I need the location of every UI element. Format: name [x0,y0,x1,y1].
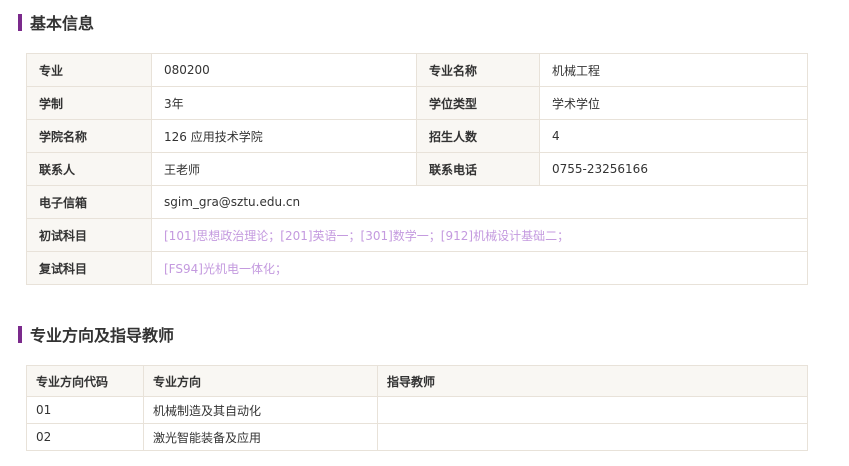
degree-type-value: 学术学位 [539,86,808,120]
accent-bar [18,325,22,343]
enrollment-label: 招生人数 [416,119,540,153]
major-name-label: 专业名称 [416,53,540,87]
direction-advisor [377,396,808,424]
basic-info-heading: 基本信息 [18,10,94,34]
retest-subjects-label: 复试科目 [26,251,152,285]
enrollment-value: 4 [539,119,808,153]
major-label: 专业 [26,53,152,87]
prelim-subjects-label: 初试科目 [26,218,152,252]
table-row: 专业 080200 专业名称 机械工程 [26,53,808,87]
table-row: 初试科目 [101]思想政治理论；[201]英语一；[301]数学一；[912]… [26,218,808,252]
direction-code: 02 [26,423,144,451]
direction-advisor [377,423,808,451]
college-label: 学院名称 [26,119,152,153]
retest-subjects-link[interactable]: [FS94]光机电一体化； [151,251,808,285]
prelim-subjects-link[interactable]: [101]思想政治理论；[201]英语一；[301]数学一；[912]机械设计基… [151,218,808,252]
header-direction-code: 专业方向代码 [26,365,144,397]
major-code-value: 080200 [151,53,417,87]
basic-info-title: 基本信息 [30,14,95,33]
table-row: 01 机械制造及其自动化 [26,396,808,424]
table-row: 电子信箱 sgim_gra@sztu.edu.cn [26,185,808,219]
basic-info-table: 专业 080200 专业名称 机械工程 学制 3年 学位类型 学术学位 学院名称… [26,53,808,285]
table-row: 复试科目 [FS94]光机电一体化； [26,251,808,285]
major-name-value: 机械工程 [539,53,808,87]
table-row: 学制 3年 学位类型 学术学位 [26,86,808,120]
duration-label: 学制 [26,86,152,120]
header-advisor: 指导教师 [377,365,808,397]
header-direction-name: 专业方向 [143,365,378,397]
contact-label: 联系人 [26,152,152,186]
directions-table: 专业方向代码 专业方向 指导教师 01 机械制造及其自动化 02 激光智能装备及… [26,365,808,451]
degree-type-label: 学位类型 [416,86,540,120]
phone-value: 0755-23256166 [539,152,808,186]
email-label: 电子信箱 [26,185,152,219]
directions-title: 专业方向及指导教师 [30,326,175,345]
table-row: 联系人 王老师 联系电话 0755-23256166 [26,152,808,186]
college-value: 126 应用技术学院 [151,119,417,153]
directions-heading: 专业方向及指导教师 [18,322,174,346]
table-row: 02 激光智能装备及应用 [26,423,808,451]
direction-name: 机械制造及其自动化 [143,396,378,424]
duration-value: 3年 [151,86,417,120]
table-header-row: 专业方向代码 专业方向 指导教师 [26,365,808,397]
table-row: 学院名称 126 应用技术学院 招生人数 4 [26,119,808,153]
direction-code: 01 [26,396,144,424]
phone-label: 联系电话 [416,152,540,186]
accent-bar [18,13,22,31]
contact-value: 王老师 [151,152,417,186]
email-value: sgim_gra@sztu.edu.cn [151,185,808,219]
direction-name: 激光智能装备及应用 [143,423,378,451]
